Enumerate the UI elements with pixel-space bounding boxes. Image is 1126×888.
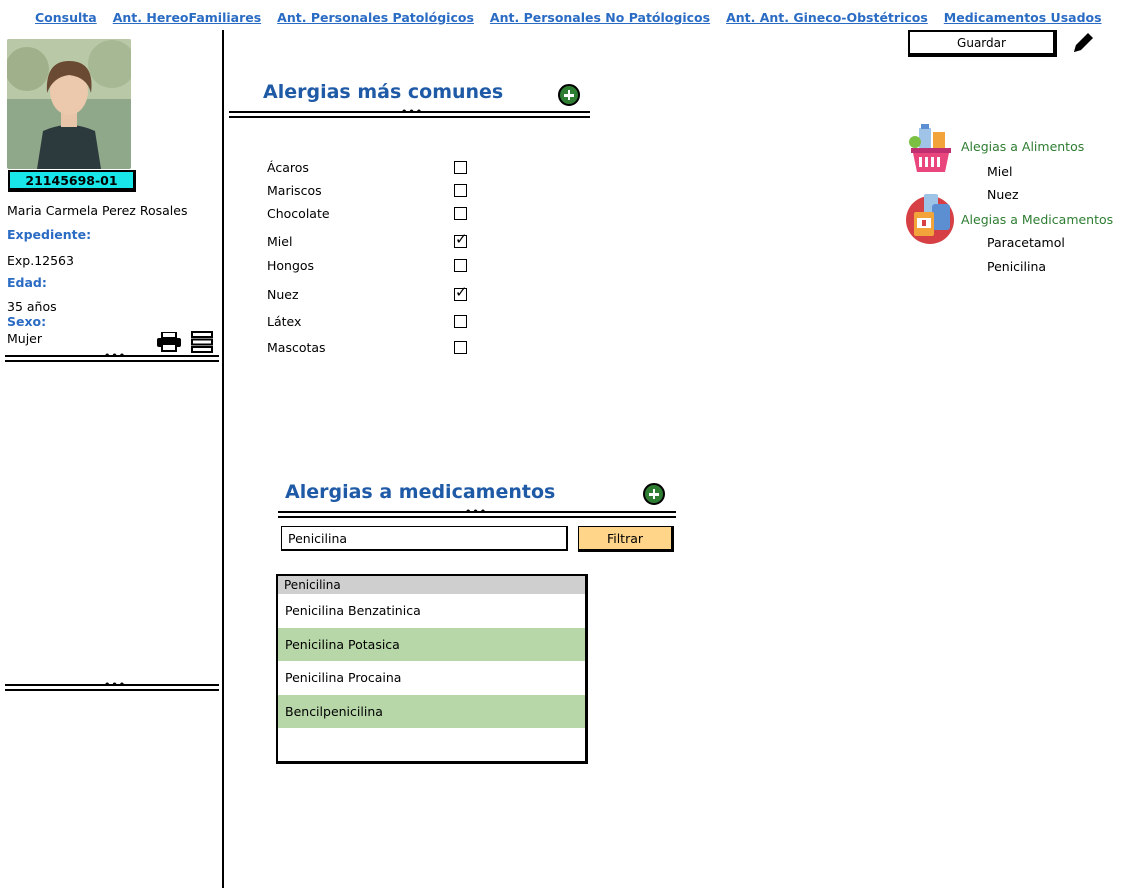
food-allergy-item: Nuez xyxy=(987,187,1019,202)
allergy-label: Chocolate xyxy=(267,205,330,221)
edad-value: 35 años xyxy=(7,299,57,314)
left-splitter-top[interactable]: ••• xyxy=(5,351,219,363)
allergy-label: Ácaros xyxy=(267,159,309,175)
sexo-value: Mujer xyxy=(7,331,43,346)
allergy-checkbox[interactable] xyxy=(454,283,468,301)
top-nav: Consulta Ant. HereoFamiliares Ant. Perso… xyxy=(30,6,1102,28)
list-item[interactable]: Penicilina Potasica xyxy=(278,627,585,661)
allergy-row: Ácaros xyxy=(267,157,487,177)
printer-icon[interactable] xyxy=(156,332,182,352)
med-allergies-splitter[interactable]: ••• xyxy=(278,507,676,519)
food-basket-icon xyxy=(909,124,951,172)
tab-consulta[interactable]: Consulta xyxy=(30,10,102,25)
allergy-checkbox[interactable] xyxy=(454,206,467,220)
tab-ant-hereofamiliares[interactable]: Ant. HereoFamiliares xyxy=(108,10,266,25)
allergy-checkbox[interactable] xyxy=(454,340,467,354)
edad-label: Edad: xyxy=(7,275,47,290)
allergy-row: Miel xyxy=(267,230,487,251)
add-common-allergy-button[interactable] xyxy=(558,84,580,106)
list-item[interactable]: Penicilina Benzatinica xyxy=(278,594,585,628)
allergy-row: Mascotas xyxy=(267,337,487,357)
allergy-label: Hongos xyxy=(267,257,315,273)
allergy-row: Nuez xyxy=(267,283,487,304)
list-header: Penicilina xyxy=(278,576,585,594)
allergy-row: Mariscos xyxy=(267,180,487,200)
common-allergies-title: Alergias más comunes xyxy=(263,81,504,103)
allergy-label: Mascotas xyxy=(267,339,326,355)
med-allergies-section-title: Alergias a medicamentos xyxy=(285,481,556,503)
allergy-checkbox[interactable] xyxy=(454,314,467,328)
patient-photo xyxy=(7,39,131,169)
patient-id-badge: 21145698-01 xyxy=(8,170,136,192)
patient-name: Maria Carmela Perez Rosales xyxy=(7,203,188,218)
allergy-row: Chocolate xyxy=(267,203,487,223)
list-icon[interactable] xyxy=(191,331,213,353)
list-item[interactable]: Bencilpenicilina xyxy=(278,694,585,728)
common-allergies-splitter[interactable]: ••• xyxy=(229,107,590,119)
med-allergies-title: Alegias a Medicamentos xyxy=(961,212,1114,227)
allergy-label: Miel xyxy=(267,233,293,249)
food-allergy-item: Miel xyxy=(987,164,1013,179)
tab-ant-personales-patologicos[interactable]: Ant. Personales Patológicos xyxy=(272,10,479,25)
tab-ant-personales-no-patologicos[interactable]: Ant. Personales No Patólogicos xyxy=(485,10,715,25)
medication-results-list[interactable]: Penicilina Penicilina Benzatinica Penici… xyxy=(276,574,588,764)
allergy-checkbox[interactable] xyxy=(454,183,467,197)
medicine-icon xyxy=(906,194,954,244)
filter-button[interactable]: Filtrar xyxy=(578,526,674,552)
med-allergy-item: Penicilina xyxy=(987,259,1047,274)
pencil-icon[interactable] xyxy=(1070,30,1096,56)
add-med-allergy-button[interactable] xyxy=(643,483,665,505)
allergy-checkbox[interactable] xyxy=(454,230,468,248)
list-item[interactable]: Penicilina Procaina xyxy=(278,661,585,695)
left-splitter-bottom[interactable]: ••• xyxy=(5,680,219,692)
allergy-label: Látex xyxy=(267,313,302,329)
tab-medicamentos-usados[interactable]: Medicamentos Usados xyxy=(939,10,1107,25)
tab-ant-gineco-obstetricos[interactable]: Ant. Ant. Gineco-Obstétricos xyxy=(721,10,933,25)
expediente-value: Exp.12563 xyxy=(7,253,74,268)
allergy-row: Hongos xyxy=(267,255,487,275)
allergy-checkbox[interactable] xyxy=(454,258,467,272)
allergy-label: Nuez xyxy=(267,286,299,302)
medication-search-input[interactable] xyxy=(281,526,568,551)
allergy-label: Mariscos xyxy=(267,182,322,198)
food-allergies-title: Alegias a Alimentos xyxy=(961,139,1085,154)
panel-divider xyxy=(222,30,224,888)
allergy-checkbox[interactable] xyxy=(454,160,467,174)
sexo-label: Sexo: xyxy=(7,314,47,329)
save-button[interactable]: Guardar xyxy=(908,30,1057,57)
med-allergy-item: Paracetamol xyxy=(987,235,1065,250)
expediente-label: Expediente: xyxy=(7,227,92,242)
allergy-row: Látex xyxy=(267,311,487,331)
